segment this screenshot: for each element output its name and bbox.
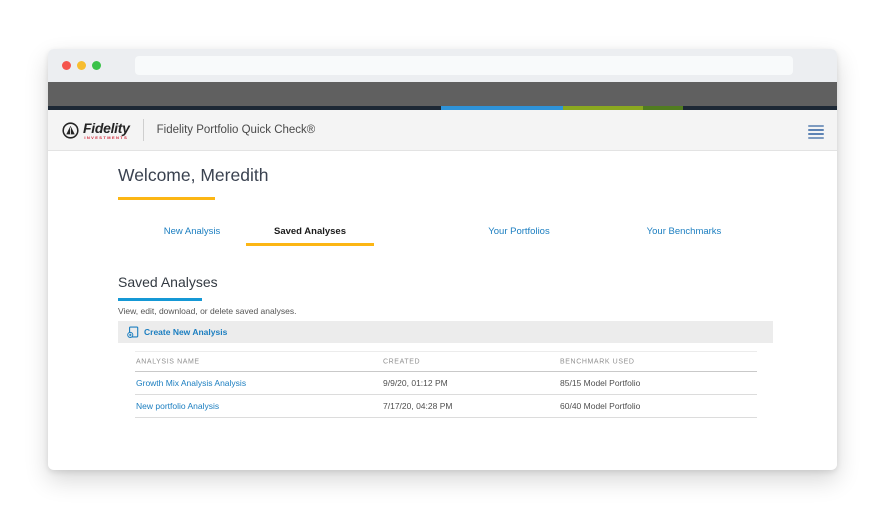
created-value: 7/17/20, 04:28 PM xyxy=(383,401,452,411)
analysis-link[interactable]: New portfolio Analysis xyxy=(136,401,219,411)
main-content: Welcome, Meredith New Analysis Saved Ana… xyxy=(48,151,837,469)
section-title-underline xyxy=(118,298,202,301)
active-tab-underline xyxy=(246,243,374,246)
browser-window: Fidelity INVESTMENTS Fidelity Portfolio … xyxy=(48,49,837,470)
hamburger-menu-icon[interactable] xyxy=(808,125,824,139)
table-header-row: ANALYSIS NAME CREATED BENCHMARK USED xyxy=(135,352,757,372)
table-row: Growth Mix Analysis Analysis 9/9/20, 01:… xyxy=(135,372,757,395)
section-title: Saved Analyses xyxy=(118,274,218,290)
logo-wordmark: Fidelity xyxy=(83,121,130,135)
main-tabs: New Analysis Saved Analyses Your Portfol… xyxy=(48,223,837,247)
welcome-heading: Welcome, Meredith xyxy=(118,165,268,186)
analysis-link[interactable]: Growth Mix Analysis Analysis xyxy=(136,378,246,388)
column-header-benchmark-used: BENCHMARK USED xyxy=(560,358,635,365)
fidelity-logo[interactable]: Fidelity INVESTMENTS xyxy=(62,121,130,140)
tab-saved-analyses[interactable]: Saved Analyses xyxy=(274,226,346,237)
header-divider xyxy=(143,119,144,141)
benchmark-value: 85/15 Model Portfolio xyxy=(560,378,640,388)
created-value: 9/9/20, 01:12 PM xyxy=(383,378,448,388)
window-controls xyxy=(62,61,101,70)
logo-sub-text: INVESTMENTS xyxy=(83,136,130,140)
section-description: View, edit, download, or delete saved an… xyxy=(118,306,296,316)
window-close-button[interactable] xyxy=(62,61,71,70)
browser-chrome-bar xyxy=(48,82,837,106)
app-title: Fidelity Portfolio Quick Check® xyxy=(157,124,316,136)
tab-your-benchmarks[interactable]: Your Benchmarks xyxy=(647,226,722,237)
fidelity-logo-text: Fidelity INVESTMENTS xyxy=(83,121,130,140)
welcome-underline xyxy=(118,197,215,200)
column-header-created: CREATED xyxy=(383,358,420,365)
create-new-analysis-button[interactable]: Create New Analysis xyxy=(118,321,773,343)
tab-your-portfolios[interactable]: Your Portfolios xyxy=(488,226,549,237)
column-header-analysis-name: ANALYSIS NAME xyxy=(136,358,200,365)
window-zoom-button[interactable] xyxy=(92,61,101,70)
benchmark-value: 60/40 Model Portfolio xyxy=(560,401,640,411)
create-document-icon xyxy=(127,326,139,338)
window-minimize-button[interactable] xyxy=(77,61,86,70)
app-header: Fidelity INVESTMENTS Fidelity Portfolio … xyxy=(48,110,837,151)
browser-titlebar xyxy=(48,49,837,82)
table-row: New portfolio Analysis 7/17/20, 04:28 PM… xyxy=(135,395,757,418)
create-button-label: Create New Analysis xyxy=(144,327,227,337)
saved-analyses-table: ANALYSIS NAME CREATED BENCHMARK USED Gro… xyxy=(135,351,757,418)
fidelity-pyramid-icon xyxy=(62,122,79,139)
tab-new-analysis[interactable]: New Analysis xyxy=(164,226,221,237)
address-bar[interactable] xyxy=(135,56,793,75)
